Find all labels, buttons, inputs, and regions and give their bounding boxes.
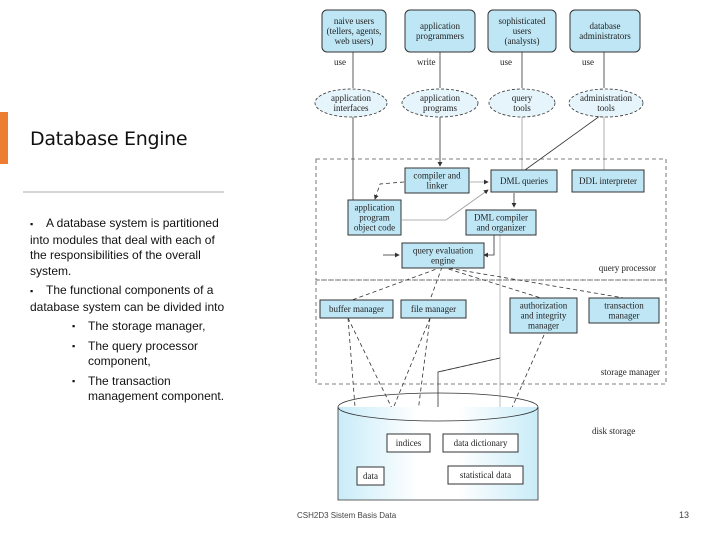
eval-to-file-line bbox=[429, 266, 443, 301]
eval-to-auth-line bbox=[441, 266, 542, 299]
auth-integrity-box-label: manager bbox=[528, 321, 559, 331]
tool-ellipse-0-label: interfaces bbox=[334, 103, 369, 113]
dml-compiler-to-eval-line bbox=[483, 235, 495, 258]
object-code-box-label: application bbox=[355, 203, 395, 213]
disk-storage-label: disk storage bbox=[592, 426, 635, 436]
compiler-linker-box-label: compiler and bbox=[413, 171, 461, 181]
user-verb-label: use bbox=[500, 57, 512, 67]
data-box-label: data bbox=[363, 471, 378, 481]
user-verb-label: write bbox=[417, 57, 436, 67]
statistical-data-box-label: statistical data bbox=[460, 470, 511, 480]
query-eval-engine-box-label: engine bbox=[431, 256, 455, 266]
indices-box-label: indices bbox=[396, 438, 422, 448]
eval-to-transaction-line bbox=[441, 266, 625, 299]
footer-course: CSH2D3 Sistem Basis Data bbox=[297, 511, 397, 520]
object-code-box-label: object code bbox=[354, 223, 395, 233]
compiler-to-object-code-line bbox=[373, 181, 405, 200]
object-code-box-label: program bbox=[359, 213, 390, 223]
dml-compiler-box-label: DML compiler bbox=[474, 213, 528, 223]
auth-integrity-box-label: and integrity bbox=[521, 311, 567, 321]
transaction-manager-box-label: transaction bbox=[604, 301, 644, 311]
user-box-3-label: administrators bbox=[579, 31, 631, 41]
tool-ellipse-1-label: programs bbox=[423, 103, 457, 113]
user-box-1-label: application bbox=[420, 21, 460, 31]
user-box-1-label: programmers bbox=[416, 31, 464, 41]
page-number: 13 bbox=[679, 510, 690, 520]
tool-ellipse-0-label: application bbox=[331, 93, 371, 103]
file-manager-box-label: file manager bbox=[411, 304, 456, 314]
tool-ellipse-3-label: administration bbox=[580, 93, 632, 103]
user-box-0-label: web users) bbox=[335, 36, 374, 46]
user-box-0-label: (tellers, agents, bbox=[327, 26, 382, 36]
user-verb-label: use bbox=[334, 57, 346, 67]
ddl-interpreter-box-label: DDL interpreter bbox=[579, 176, 637, 186]
user-box-2-label: users bbox=[513, 26, 532, 36]
user-box-2-label: sophisticated bbox=[499, 16, 546, 26]
tool-ellipse-1-label: application bbox=[420, 93, 460, 103]
storage-manager-label: storage manager bbox=[601, 367, 660, 377]
data-dictionary-box-label: data dictionary bbox=[454, 438, 508, 448]
tool-ellipse-2-label: tools bbox=[513, 103, 531, 113]
query-processor-label: query processor bbox=[599, 263, 656, 273]
dml-compiler-box-label: and organizer bbox=[476, 223, 525, 233]
tool-ellipse-3-label: tools bbox=[597, 103, 615, 113]
compiler-linker-box-label: linker bbox=[427, 181, 448, 191]
user-box-0-label: naive users bbox=[334, 16, 375, 26]
buffer-manager-box-label: buffer manager bbox=[329, 304, 384, 314]
database-architecture-diagram: naive users(tellers, agents,web users) us… bbox=[314, 9, 667, 501]
user-box-2-label: (analysts) bbox=[505, 36, 540, 46]
user-box-3-label: database bbox=[590, 21, 621, 31]
admin-tools-to-dml-line bbox=[524, 112, 605, 171]
tool-ellipse-2-label: query bbox=[512, 93, 533, 103]
eval-to-buffer-line bbox=[351, 266, 443, 301]
transaction-manager-box-label: manager bbox=[609, 311, 640, 321]
query-eval-engine-box-label: query evaluation bbox=[413, 246, 474, 256]
dml-queries-box-label: DML queries bbox=[500, 176, 548, 186]
user-verb-label: use bbox=[582, 57, 594, 67]
auth-integrity-box-label: authorization bbox=[520, 301, 568, 311]
